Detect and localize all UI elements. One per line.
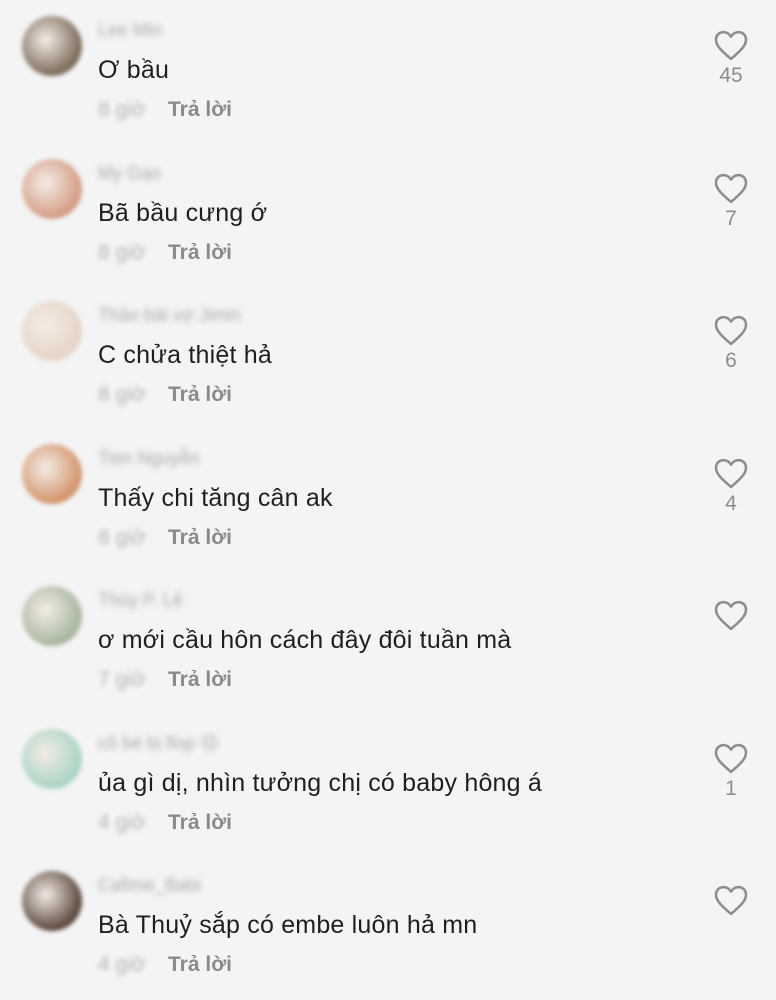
comment-item: Tien Nguyễn Thấy chi tăng cân ak 8 giờ T… xyxy=(0,428,776,570)
comment-meta: 4 giờ Trả lời xyxy=(98,811,232,835)
heart-icon xyxy=(714,315,748,346)
comment-username[interactable]: My Gạo xyxy=(98,163,161,184)
like-count: 7 xyxy=(725,206,737,230)
heart-icon xyxy=(714,743,748,773)
comment-item: Thùy P. Lê ơ mới cầu hôn cách đây đôi tu… xyxy=(0,570,776,712)
avatar[interactable] xyxy=(22,301,82,361)
comment-text: ủa gì dị, nhìn tưởng chị có baby hông á xyxy=(98,768,543,797)
like-button[interactable] xyxy=(706,883,756,919)
comment-text: ơ mới cầu hôn cách đây đôi tuần mà xyxy=(98,626,512,654)
avatar[interactable] xyxy=(22,158,82,219)
comment-item: Lee Min Ơ bầu 8 giờ Trả lời 45 xyxy=(0,0,776,142)
comment-username[interactable]: Thảo bài vợ Jimin xyxy=(98,305,241,326)
comment-time: 7 giờ xyxy=(98,668,146,691)
comment-item: cô bé bị flop 😔 ủa gì dị, nhìn tưởng chị… xyxy=(0,713,776,855)
comment-username[interactable]: Cafime_Babi xyxy=(98,875,201,896)
like-count: 4 xyxy=(725,491,737,515)
comment-meta: 8 giờ Trả lời xyxy=(98,383,232,407)
like-count: 6 xyxy=(725,349,737,372)
comment-text: Bà Thuỷ sắp có embe luôn hả mn xyxy=(98,911,478,939)
like-button[interactable]: 45 xyxy=(706,28,756,88)
comment-time: 4 giờ xyxy=(98,953,146,976)
heart-icon xyxy=(714,885,748,916)
like-count: 45 xyxy=(719,64,743,87)
comment-text: Bã bầu cưng ớ xyxy=(98,198,268,227)
reply-button[interactable]: Trả lời xyxy=(168,953,232,977)
avatar[interactable] xyxy=(22,586,82,646)
reply-button[interactable]: Trả lời xyxy=(168,526,232,550)
comment-meta: 7 giờ Trả lời xyxy=(98,668,232,692)
heart-icon xyxy=(714,600,748,631)
reply-button[interactable]: Trả lời xyxy=(168,383,232,407)
comment-username[interactable]: Thùy P. Lê xyxy=(98,590,183,611)
avatar[interactable] xyxy=(22,728,82,789)
comment-time: 8 giờ xyxy=(98,383,146,406)
like-button[interactable]: 1 xyxy=(706,741,756,801)
comment-meta: 4 giờ Trả lời xyxy=(98,953,232,977)
comment-meta: 8 giờ Trả lời xyxy=(98,526,232,550)
comment-time: 8 giờ xyxy=(98,240,146,264)
comment-username[interactable]: cô bé bị flop 😔 xyxy=(98,733,219,754)
reply-button[interactable]: Trả lời xyxy=(168,668,232,692)
like-button[interactable]: 6 xyxy=(706,313,756,373)
comment-list: Lee Min Ơ bầu 8 giờ Trả lời 45 My Gạo Bã… xyxy=(0,0,776,1000)
heart-icon xyxy=(714,30,748,61)
comment-time: 8 giờ xyxy=(98,98,146,121)
comment-text: C chửa thiệt hả xyxy=(98,341,272,369)
comment-text: Thấy chi tăng cân ak xyxy=(98,483,333,512)
like-button[interactable] xyxy=(706,598,756,634)
comment-meta: 8 giờ Trả lời xyxy=(98,241,232,265)
comment-username[interactable]: Lee Min xyxy=(98,20,162,41)
comment-text: Ơ bầu xyxy=(98,56,170,84)
comment-time: 4 giờ xyxy=(98,810,146,834)
like-button[interactable]: 7 xyxy=(706,171,756,231)
reply-button[interactable]: Trả lời xyxy=(168,241,232,265)
comment-meta: 8 giờ Trả lời xyxy=(98,98,232,122)
avatar[interactable] xyxy=(22,443,82,504)
comment-time: 8 giờ xyxy=(98,525,146,549)
reply-button[interactable]: Trả lời xyxy=(168,98,232,122)
avatar[interactable] xyxy=(22,16,82,76)
comment-item: Thảo bài vợ Jimin C chửa thiệt hả 8 giờ … xyxy=(0,285,776,427)
reply-button[interactable]: Trả lời xyxy=(168,811,232,835)
like-count: 1 xyxy=(725,776,737,800)
heart-icon xyxy=(714,173,748,203)
comment-item: My Gạo Bã bầu cưng ớ 8 giờ Trả lời 7 xyxy=(0,143,776,285)
comment-username[interactable]: Tien Nguyễn xyxy=(98,448,199,469)
avatar[interactable] xyxy=(22,871,82,931)
like-button[interactable]: 4 xyxy=(706,456,756,516)
heart-icon xyxy=(714,458,748,488)
comment-item: Cafime_Babi Bà Thuỷ sắp có embe luôn hả … xyxy=(0,855,776,997)
